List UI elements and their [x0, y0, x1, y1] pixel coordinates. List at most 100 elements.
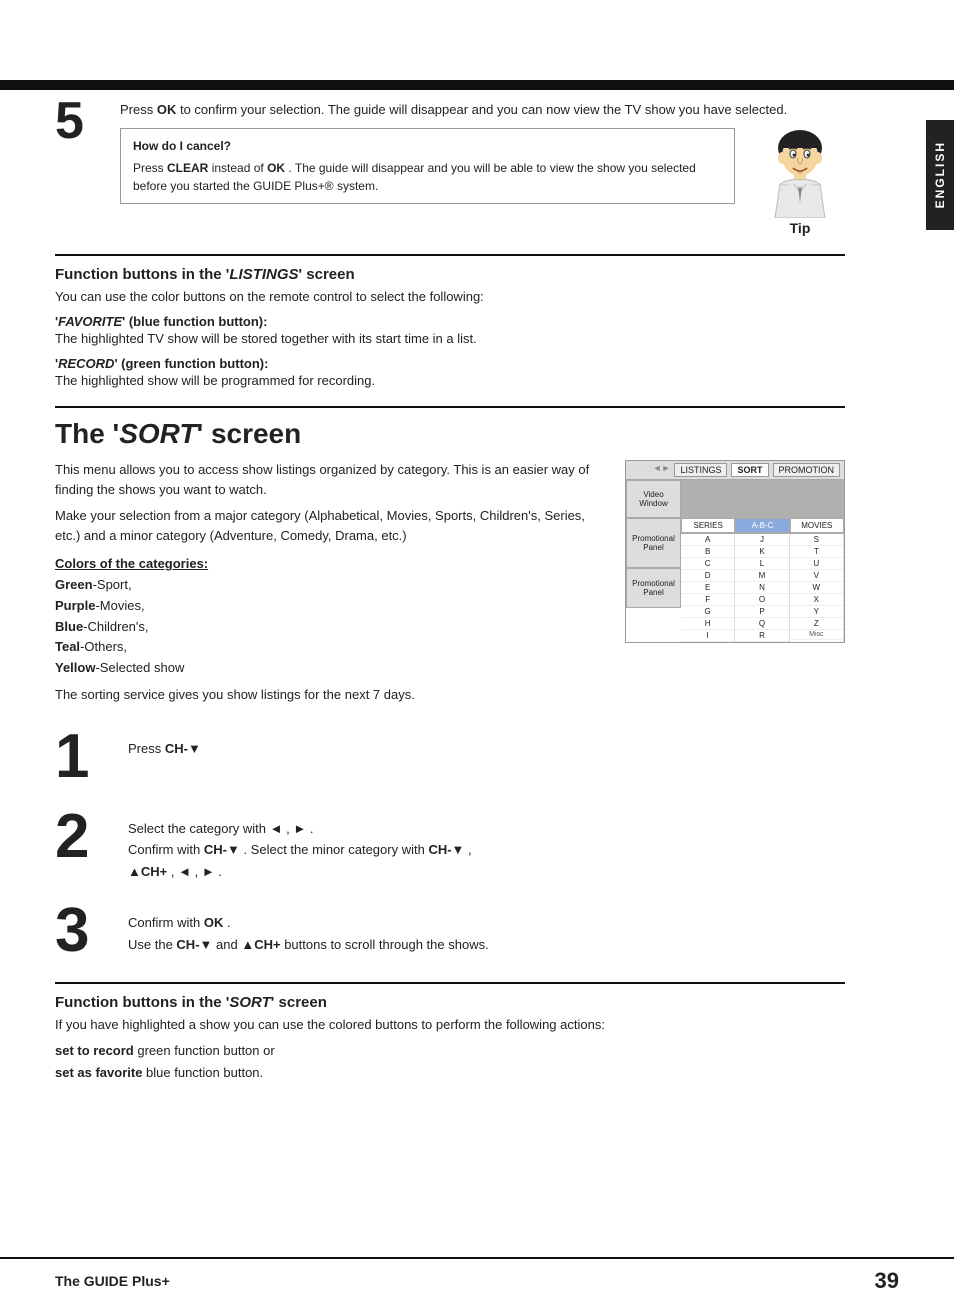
tip-area: How do I cancel? Press CLEAR instead of … [120, 128, 845, 236]
diagram-col-series: SERIES [681, 518, 735, 533]
diagram-tab-sort: SORT [731, 463, 768, 477]
top-bar [0, 80, 954, 90]
sort-main: This menu allows you to access show list… [55, 460, 845, 706]
diagram-cell-s: S [790, 534, 843, 546]
diagram-col-movies: MOVIES [790, 518, 844, 533]
diagram-cell-t: T [790, 546, 843, 558]
step-3-desc: Confirm with OK . Use the CH-▼ and ▲CH+ … [128, 900, 489, 955]
diagram-cell-o: O [735, 594, 788, 606]
sort-diagram: ◄► LISTINGS SORT PROMOTION VideoWindow P… [625, 460, 845, 643]
tip-label: Tip [790, 220, 811, 236]
diagram-cell-b: B [681, 546, 734, 558]
diagram-body: VideoWindow PromotionalPanel Promotional… [626, 480, 844, 642]
sort-intro1: This menu allows you to access show list… [55, 460, 605, 500]
listings-intro: You can use the color buttons on the rem… [55, 289, 845, 304]
diagram-col-2: S T U V W X Y Z Misc [790, 534, 844, 642]
record-desc: The highlighted show will be programmed … [55, 373, 845, 388]
sorting-note: The sorting service gives you show listi… [55, 685, 605, 706]
diagram-cell-m: M [735, 570, 788, 582]
colors-heading: Colors of the categories: [55, 556, 605, 571]
diagram-cell-k: K [735, 546, 788, 558]
diagram-cell-c: C [681, 558, 734, 570]
step-1-row: 1 Press CH-▼ [55, 726, 845, 788]
diagram-tab-listings: LISTINGS [674, 463, 727, 477]
diagram-cell-misc: Misc [790, 630, 843, 640]
diagram-promo1-label: PromotionalPanel [626, 518, 681, 568]
favorite-desc: The highlighted TV show will be stored t… [55, 331, 845, 346]
diagram-cell-q: Q [735, 618, 788, 630]
diagram-tab-promotion: PROMOTION [773, 463, 841, 477]
diagram-data-rows: A B C D E F G H I J K [681, 534, 844, 642]
diagram-video-area [681, 480, 844, 518]
step-5-section: 5 Press OK to confirm your selection. Th… [55, 100, 845, 236]
tip-box: How do I cancel? Press CLEAR instead of … [120, 128, 735, 204]
diagram-cell-w: W [790, 582, 843, 594]
color-teal: Teal-Others, [55, 637, 605, 658]
side-tab: ENGLISH [926, 120, 954, 230]
diagram-cell-l: L [735, 558, 788, 570]
color-blue: Blue-Children's, [55, 617, 605, 638]
step-5-number: 5 [55, 95, 110, 147]
diagram-cell-p: P [735, 606, 788, 618]
sort-text: This menu allows you to access show list… [55, 460, 605, 706]
step-2-desc: Select the category with ◄ , ► . Confirm… [128, 806, 472, 882]
listings-function-heading: Function buttons in the 'LISTINGS' scree… [55, 266, 845, 283]
step-5-text: Press OK to confirm your selection. The … [120, 100, 845, 120]
diagram-cell-x: X [790, 594, 843, 606]
steps-section: 1 Press CH-▼ 2 Select the category with … [55, 726, 845, 962]
diagram-cell-i: I [681, 630, 734, 642]
step-2-row: 2 Select the category with ◄ , ► . Confi… [55, 806, 845, 882]
sort-title: The 'SORT' screen [55, 418, 845, 450]
sort-divider [55, 406, 845, 408]
step-3-number: 3 [55, 900, 120, 962]
favorite-subheading: 'FAVORITE' (blue function button): [55, 314, 845, 329]
tip-person-illustration [760, 128, 840, 218]
step-3-row: 3 Confirm with OK . Use the CH-▼ and ▲CH… [55, 900, 845, 962]
footer-bar: The GUIDE Plus+ 39 [0, 1257, 954, 1302]
tip-image-area: Tip [755, 128, 845, 236]
diagram-col-0: A B C D E F G H I [681, 534, 735, 642]
sort-fn-divider [55, 982, 845, 984]
diagram-cell-z: Z [790, 618, 843, 630]
diagram-header-row: SERIES A-B-C MOVIES [681, 518, 844, 534]
sort-fn-favorite: set as favorite blue function button. [55, 1062, 845, 1084]
diagram-cell-j: J [735, 534, 788, 546]
diagram-cell-d: D [681, 570, 734, 582]
tip-box-title: How do I cancel? [133, 137, 722, 155]
color-green: Green-Sport, [55, 575, 605, 596]
diagram-cell-a: A [681, 534, 734, 546]
sort-intro2: Make your selection from a major categor… [55, 506, 605, 546]
step-1-desc: Press CH-▼ [128, 726, 201, 759]
diagram-cell-e: E [681, 582, 734, 594]
footer-page: 39 [875, 1268, 899, 1294]
sort-fn-record: set to record green function button or [55, 1040, 845, 1062]
step-1-number: 1 [55, 726, 120, 788]
diagram-col-abc: A-B-C [735, 518, 789, 533]
diagram-table: SERIES A-B-C MOVIES A B C D E F G [681, 480, 844, 642]
diagram-cell-u: U [790, 558, 843, 570]
footer-title: The GUIDE Plus+ [55, 1273, 170, 1289]
diagram-cell-v: V [790, 570, 843, 582]
diagram-cell-h: H [681, 618, 734, 630]
listings-divider [55, 254, 845, 256]
color-yellow: Yellow-Selected show [55, 658, 605, 679]
diagram-col-1: J K L M N O P Q R [735, 534, 789, 642]
diagram-labels: VideoWindow PromotionalPanel Promotional… [626, 480, 681, 642]
step-5-content: Press OK to confirm your selection. The … [120, 100, 845, 236]
diagram-tabs: ◄► LISTINGS SORT PROMOTION [626, 461, 844, 480]
sort-function-section: Function buttons in the 'SORT' screen If… [55, 982, 845, 1084]
sort-function-intro: If you have highlighted a show you can u… [55, 1017, 845, 1032]
diagram-video-label: VideoWindow [626, 480, 681, 518]
sort-function-heading: Function buttons in the 'SORT' screen [55, 994, 845, 1011]
record-subheading: 'RECORD' (green function button): [55, 356, 845, 371]
diagram-cell-f: F [681, 594, 734, 606]
tip-box-text: Press CLEAR instead of OK . The guide wi… [133, 159, 722, 195]
step-2-number: 2 [55, 806, 120, 868]
diagram-cell-n: N [735, 582, 788, 594]
color-purple: Purple-Movies, [55, 596, 605, 617]
side-tab-label: ENGLISH [933, 141, 947, 208]
diagram-promo2-label: PromotionalPanel [626, 568, 681, 608]
diagram-cell-y: Y [790, 606, 843, 618]
diagram-cell-g: G [681, 606, 734, 618]
diagram-cell-r: R [735, 630, 788, 642]
